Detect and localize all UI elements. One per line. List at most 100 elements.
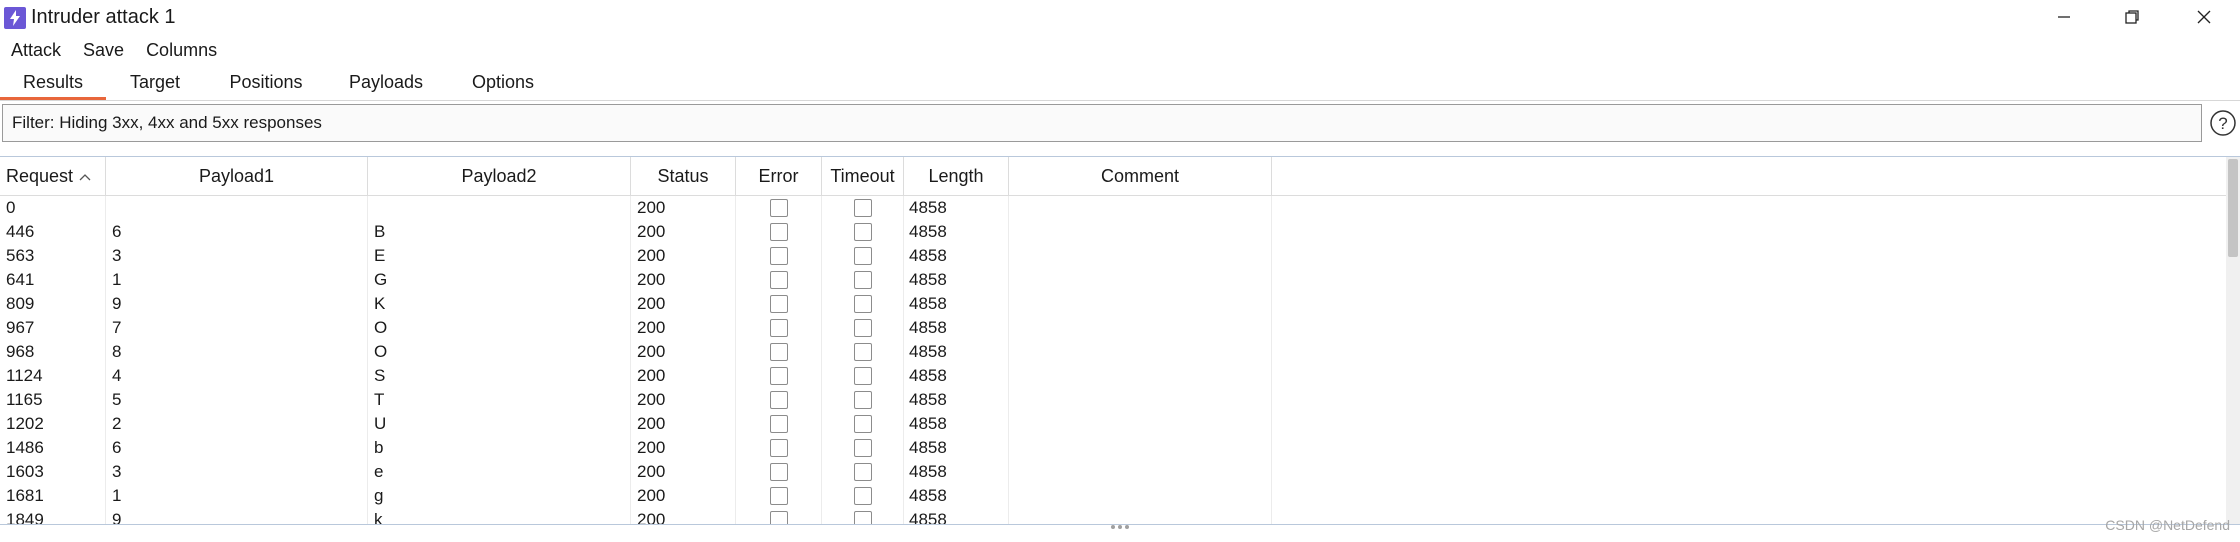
filter-bar[interactable]: Filter: Hiding 3xx, 4xx and 5xx response…	[2, 104, 2202, 142]
error-checkbox[interactable]	[770, 223, 788, 241]
cell-payload1: 6	[112, 222, 122, 241]
table-row[interactable]: 1849 9 k 200 4858	[0, 508, 2228, 525]
cell-status: 200	[637, 270, 666, 289]
column-header-error[interactable]: Error	[736, 157, 822, 195]
watermark: CSDN @NetDefend	[2105, 517, 2230, 533]
cell-request: 968	[6, 342, 35, 361]
scrollbar-thumb[interactable]	[2228, 159, 2238, 257]
timeout-checkbox[interactable]	[854, 487, 872, 505]
error-checkbox[interactable]	[770, 511, 788, 525]
table-row[interactable]: 968 8 O 200 4858	[0, 340, 2228, 364]
column-header-payload2[interactable]: Payload2	[368, 157, 631, 195]
timeout-checkbox[interactable]	[854, 415, 872, 433]
column-header-comment[interactable]: Comment	[1009, 157, 1272, 195]
table-row[interactable]: 1124 4 S 200 4858	[0, 364, 2228, 388]
error-checkbox[interactable]	[770, 367, 788, 385]
table-row[interactable]: 446 6 B 200 4858	[0, 220, 2228, 244]
column-header-request[interactable]: Request	[0, 157, 106, 195]
table-row[interactable]: 967 7 O 200 4858	[0, 316, 2228, 340]
cell-status: 200	[637, 414, 666, 433]
timeout-checkbox[interactable]	[854, 295, 872, 313]
splitter-handle[interactable]	[1111, 525, 1135, 531]
cell-payload1: 2	[112, 414, 122, 433]
tab-options[interactable]: Options	[460, 66, 546, 99]
error-checkbox[interactable]	[770, 247, 788, 265]
table-row[interactable]: 641 1 G 200 4858	[0, 268, 2228, 292]
cell-request: 1603	[6, 462, 44, 481]
cell-request: 967	[6, 318, 35, 337]
cell-payload2: e	[374, 462, 384, 481]
table-row[interactable]: 1165 5 T 200 4858	[0, 388, 2228, 412]
vertical-scrollbar[interactable]	[2226, 157, 2240, 525]
error-checkbox[interactable]	[770, 415, 788, 433]
cell-payload1: 9	[112, 510, 122, 525]
restore-icon	[2125, 10, 2139, 24]
error-checkbox[interactable]	[770, 319, 788, 337]
restore-button[interactable]	[2102, 0, 2162, 34]
error-checkbox[interactable]	[770, 343, 788, 361]
close-button[interactable]	[2174, 0, 2234, 34]
menu-save[interactable]: Save	[72, 36, 135, 64]
tab-bar: Results Target Positions Payloads Option…	[0, 66, 2240, 101]
column-header-timeout[interactable]: Timeout	[822, 157, 904, 195]
timeout-checkbox[interactable]	[854, 439, 872, 457]
tab-results[interactable]: Results	[0, 66, 106, 100]
column-header-status[interactable]: Status	[631, 157, 736, 195]
help-button[interactable]: ?	[2209, 109, 2237, 137]
table-row[interactable]: 1202 2 U 200 4858	[0, 412, 2228, 436]
timeout-checkbox[interactable]	[854, 199, 872, 217]
cell-payload2: U	[374, 414, 387, 433]
error-checkbox[interactable]	[770, 295, 788, 313]
cell-length: 4858	[909, 294, 947, 313]
timeout-checkbox[interactable]	[854, 511, 872, 525]
table-row[interactable]: 563 3 E 200 4858	[0, 244, 2228, 268]
cell-payload1: 1	[112, 270, 122, 289]
cell-status: 200	[637, 246, 666, 265]
cell-payload2: O	[374, 342, 388, 361]
table-row[interactable]: 1603 3 e 200 4858	[0, 460, 2228, 484]
error-checkbox[interactable]	[770, 487, 788, 505]
menu-attack[interactable]: Attack	[0, 36, 72, 64]
error-checkbox[interactable]	[770, 439, 788, 457]
cell-length: 4858	[909, 342, 947, 361]
table-row[interactable]: 0 200 4858	[0, 196, 2228, 220]
cell-request: 446	[6, 222, 35, 241]
cell-length: 4858	[909, 390, 947, 409]
cell-status: 200	[637, 486, 666, 505]
error-checkbox[interactable]	[770, 271, 788, 289]
menu-bar: Attack Save Columns	[0, 36, 228, 64]
cell-length: 4858	[909, 198, 947, 217]
minimize-button[interactable]	[2034, 0, 2094, 34]
cell-length: 4858	[909, 270, 947, 289]
table-row[interactable]: 1486 6 b 200 4858	[0, 436, 2228, 460]
timeout-checkbox[interactable]	[854, 319, 872, 337]
cell-status: 200	[637, 342, 666, 361]
timeout-checkbox[interactable]	[854, 271, 872, 289]
burp-app-icon	[4, 7, 26, 29]
tab-payloads[interactable]: Payloads	[340, 66, 432, 99]
cell-payload1: 3	[112, 462, 122, 481]
timeout-checkbox[interactable]	[854, 247, 872, 265]
column-header-payload1[interactable]: Payload1	[106, 157, 368, 195]
timeout-checkbox[interactable]	[854, 391, 872, 409]
timeout-checkbox[interactable]	[854, 223, 872, 241]
error-checkbox[interactable]	[770, 391, 788, 409]
cell-length: 4858	[909, 318, 947, 337]
tab-target[interactable]: Target	[114, 66, 196, 99]
timeout-checkbox[interactable]	[854, 463, 872, 481]
timeout-checkbox[interactable]	[854, 367, 872, 385]
cell-length: 4858	[909, 438, 947, 457]
table-row[interactable]: 1681 1 g 200 4858	[0, 484, 2228, 508]
error-checkbox[interactable]	[770, 463, 788, 481]
cell-request: 1681	[6, 486, 44, 505]
timeout-checkbox[interactable]	[854, 343, 872, 361]
menu-columns[interactable]: Columns	[135, 36, 228, 64]
error-checkbox[interactable]	[770, 199, 788, 217]
cell-status: 200	[637, 294, 666, 313]
svg-text:?: ?	[2218, 114, 2227, 133]
column-header-length[interactable]: Length	[904, 157, 1009, 195]
tab-positions[interactable]: Positions	[218, 66, 314, 99]
cell-request: 1486	[6, 438, 44, 457]
table-row[interactable]: 809 9 K 200 4858	[0, 292, 2228, 316]
cell-length: 4858	[909, 486, 947, 505]
